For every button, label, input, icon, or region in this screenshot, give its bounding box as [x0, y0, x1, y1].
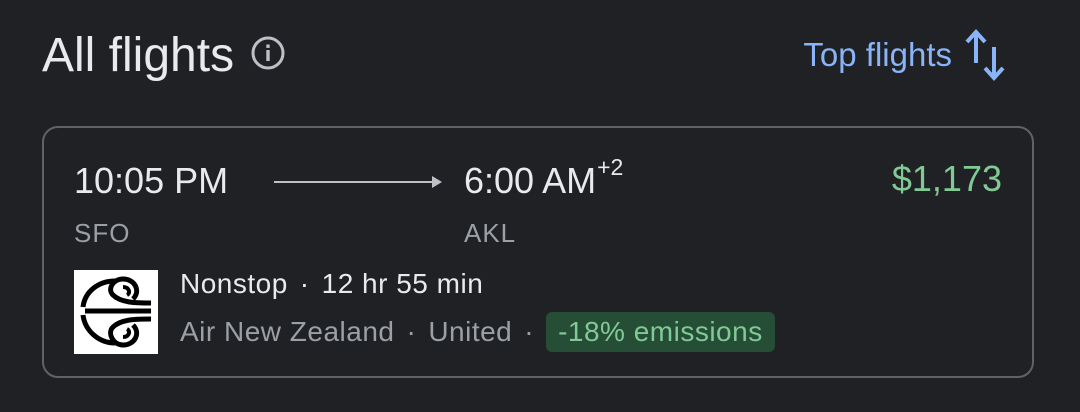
airline-primary: Air New Zealand — [180, 316, 395, 347]
departure-time: 10:05 PM — [74, 160, 229, 201]
arrival-day-offset: +2 — [597, 154, 624, 180]
sort-button[interactable]: Top flights — [803, 27, 1008, 83]
duration: 12 hr 55 min — [321, 268, 484, 299]
info-icon[interactable] — [250, 35, 286, 71]
air-new-zealand-koru-logo — [74, 270, 158, 354]
flights-header: All flights Top flights — [42, 24, 1008, 86]
flight-card[interactable]: 10:05 PM 6:00 AM+2 SFO AKL $1,173 Nonsto… — [42, 126, 1034, 378]
separator-dot: · — [299, 268, 310, 299]
flight-price: $1,173 — [891, 158, 1002, 199]
arrival-time: 6:00 AM+2 — [464, 154, 623, 202]
separator-dot: · — [524, 316, 535, 347]
airlines-info: Air New Zealand · United · -18% emissions — [180, 312, 775, 352]
arrow-right-icon — [274, 176, 442, 188]
flight-details: Nonstop · 12 hr 55 min — [180, 268, 483, 300]
origin-airport: SFO — [74, 218, 131, 248]
page-title: All flights — [42, 28, 235, 82]
emissions-badge: -18% emissions — [546, 312, 775, 352]
airline-secondary: United — [428, 316, 513, 347]
stops: Nonstop — [180, 268, 288, 299]
destination-airport: AKL — [464, 218, 517, 248]
arrival-time-value: 6:00 AM — [464, 160, 597, 201]
separator-dot: · — [406, 316, 417, 347]
sort-arrows-icon — [964, 27, 1008, 83]
sort-button-label: Top flights — [803, 36, 952, 73]
